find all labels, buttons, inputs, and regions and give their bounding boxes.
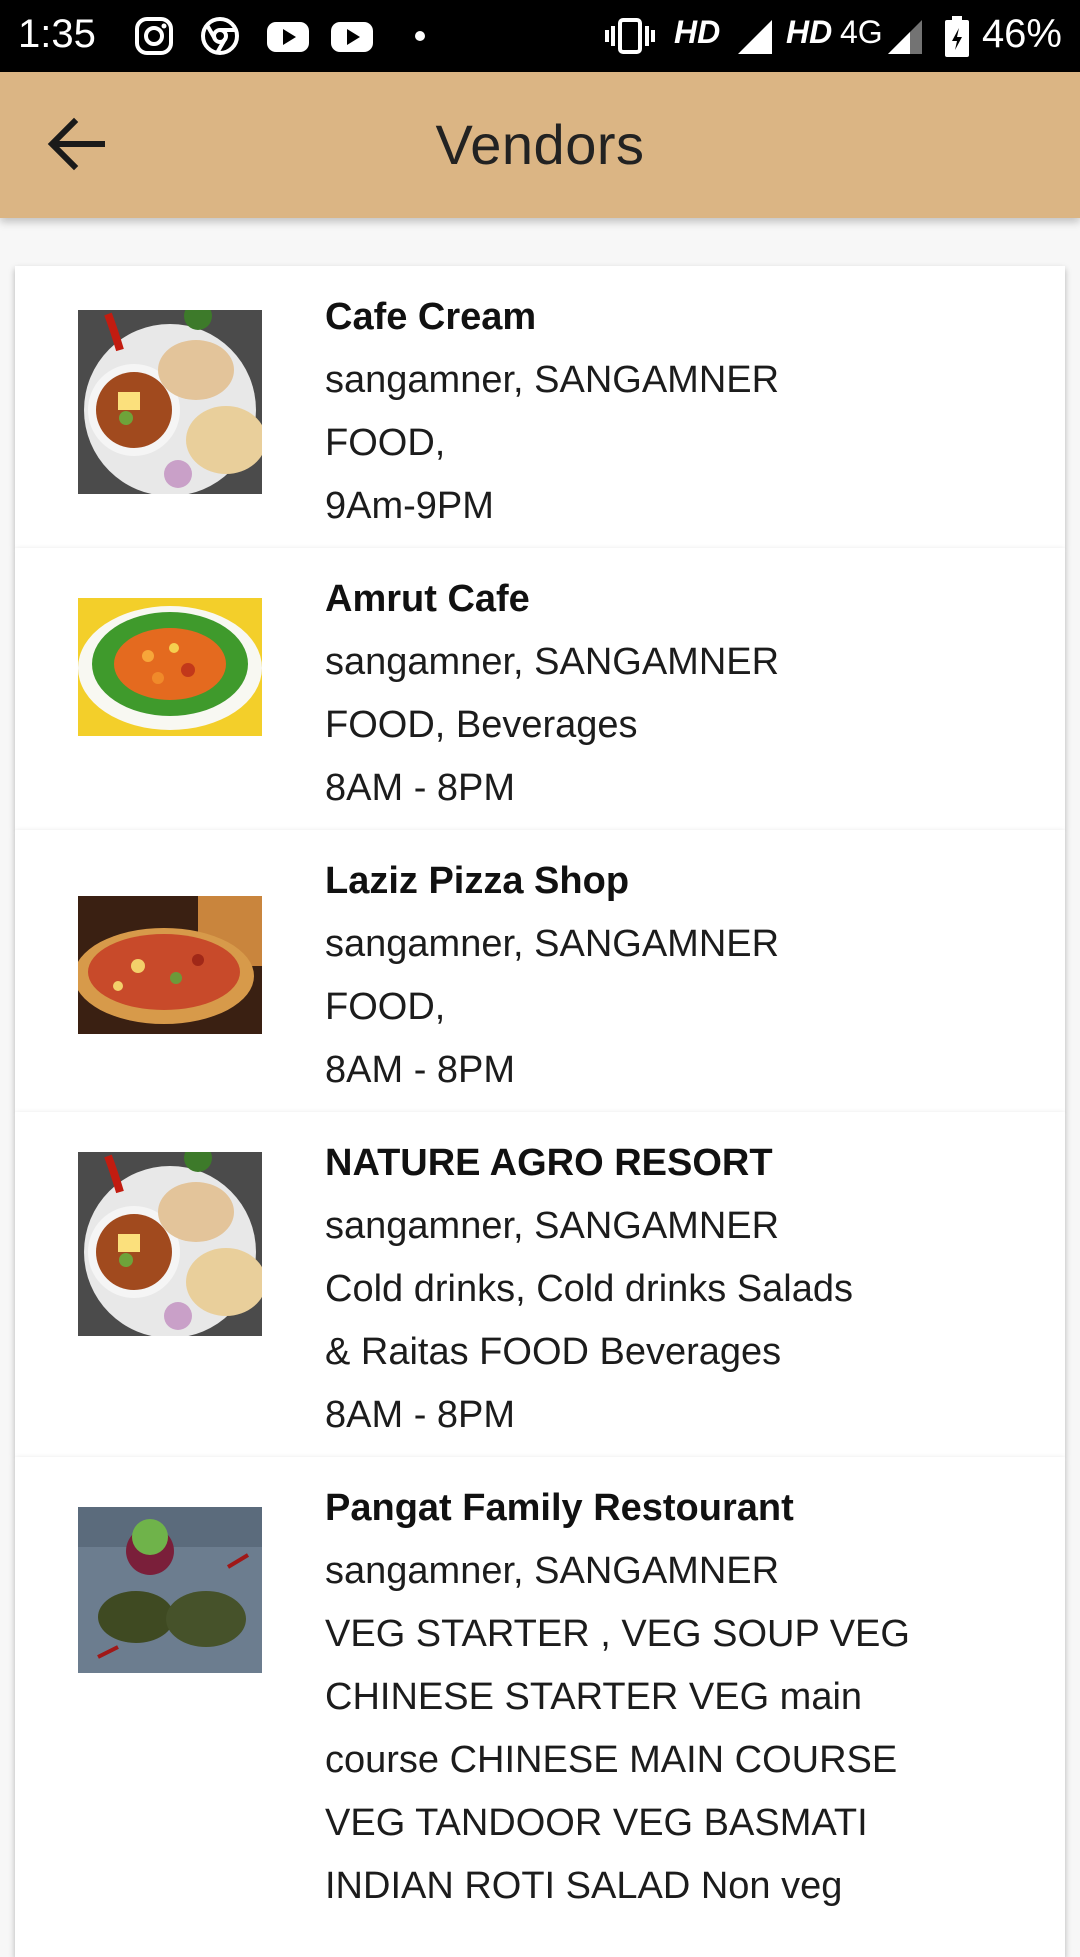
vendor-image <box>78 1152 262 1336</box>
battery-percent: 46% <box>981 12 1062 56</box>
vendor-name: Pangat Family Restourant <box>325 1487 794 1529</box>
vendor-hours: 9Am-9PM <box>325 485 494 527</box>
signal-icon <box>738 20 772 54</box>
hd-indicator: HD <box>786 14 833 50</box>
vendor-categories: INDIAN ROTI SALAD Non veg <box>325 1865 843 1907</box>
vendor-categories: CHINESE STARTER VEG main <box>325 1676 863 1718</box>
vendor-location: sangamner, SANGAMNER <box>325 359 780 401</box>
vendor-categories: FOOD, Beverages <box>325 704 638 746</box>
vendor-name: Laziz Pizza Shop <box>325 860 630 902</box>
vendor-categories: VEG TANDOOR VEG BASMATI <box>325 1802 868 1844</box>
vendor-image <box>78 598 262 736</box>
status-time: 1:35 <box>18 12 96 56</box>
vendor-categories: course CHINESE MAIN COURSE <box>325 1739 898 1781</box>
vendor-name: NATURE AGRO RESORT <box>325 1142 773 1184</box>
vendor-categories: FOOD, <box>325 986 446 1028</box>
dot-icon <box>415 31 425 41</box>
signal-icon <box>888 20 922 54</box>
vendor-name: Amrut Cafe <box>325 578 530 620</box>
app-bar: Vendors <box>0 72 1080 218</box>
vendor-image <box>78 1507 262 1673</box>
vendor-image <box>78 896 262 1034</box>
vendor-location: sangamner, SANGAMNER <box>325 923 780 965</box>
instagram-icon <box>135 17 173 55</box>
vendor-card[interactable]: Amrut Cafe sangamner, SANGAMNER FOOD, Be… <box>15 548 1065 830</box>
vendor-categories: FOOD, <box>325 422 446 464</box>
vibrate-icon <box>605 18 655 54</box>
vendor-card[interactable]: NATURE AGRO RESORT sangamner, SANGAMNER … <box>15 1112 1065 1457</box>
network-type: 4G <box>840 14 883 50</box>
vendor-card[interactable]: Cafe Cream sangamner, SANGAMNER FOOD, 9A… <box>15 266 1065 548</box>
page-title: Vendors <box>435 113 645 176</box>
vendor-hours: 8AM - 8PM <box>325 767 516 809</box>
vendor-categories: VEG STARTER , VEG SOUP VEG <box>325 1613 910 1655</box>
vendor-card[interactable]: Laziz Pizza Shop sangamner, SANGAMNER FO… <box>15 830 1065 1112</box>
vendor-categories: Cold drinks, Cold drinks Salads <box>325 1268 854 1310</box>
vendor-name: Cafe Cream <box>325 296 537 338</box>
vendor-list: Cafe Cream sangamner, SANGAMNER FOOD, 9A… <box>15 266 1065 1957</box>
vendor-location: sangamner, SANGAMNER <box>325 1205 780 1247</box>
youtube-icon <box>331 22 373 52</box>
vendor-card[interactable]: Pangat Family Restourant sangamner, SANG… <box>15 1457 1065 1957</box>
hd-indicator: HD <box>674 14 721 50</box>
chrome-icon <box>201 17 239 55</box>
vendor-hours: 8AM - 8PM <box>325 1394 516 1436</box>
youtube-icon <box>267 22 309 52</box>
vendor-location: sangamner, SANGAMNER <box>325 1550 780 1592</box>
vendor-location: sangamner, SANGAMNER <box>325 641 780 683</box>
status-bar: 1:35 HD HD 4G 46% <box>0 0 1080 72</box>
vendor-hours: 8AM - 8PM <box>325 1049 516 1091</box>
vendor-categories: & Raitas FOOD Beverages <box>325 1331 782 1373</box>
vendor-image <box>78 310 262 494</box>
battery-icon <box>945 16 969 57</box>
